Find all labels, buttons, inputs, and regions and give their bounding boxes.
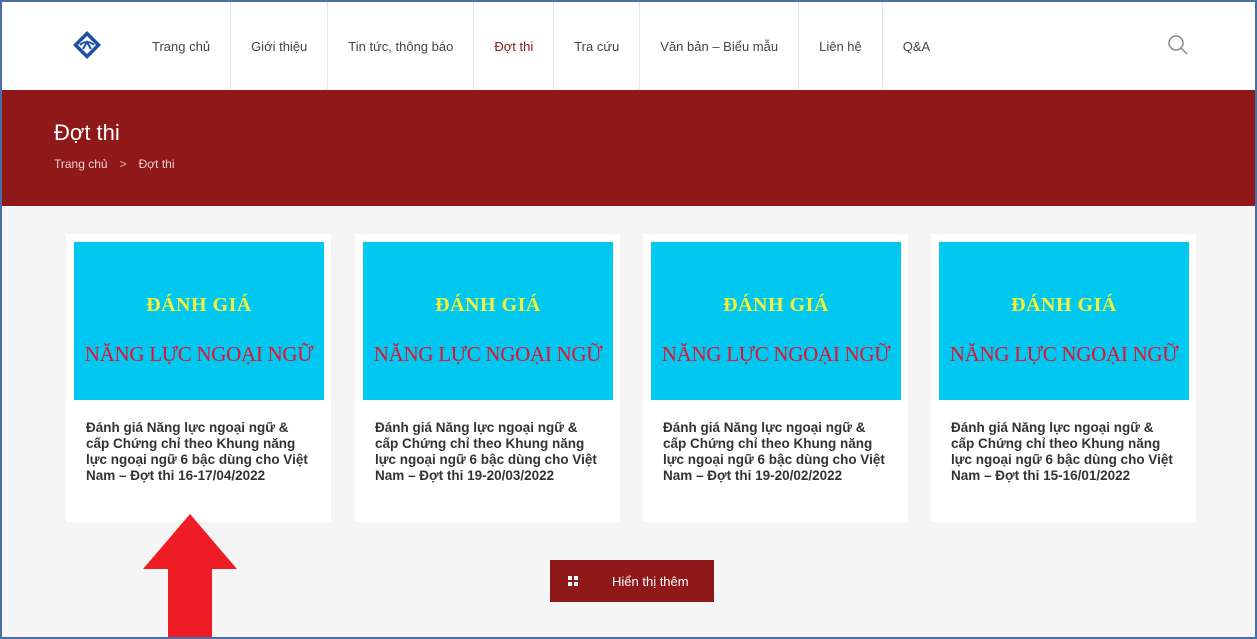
card-image-line1: ĐÁNH GIÁ [146,294,252,316]
red-up-arrow-icon [143,514,237,637]
exam-session-list: ĐÁNH GIÁ NĂNG LỰC NGOẠI NGỮ Đánh giá Năn… [66,234,1201,522]
site-header: Trang chủ Giới thiệu Tin tức, thông báo … [2,2,1255,90]
nav-item-contact[interactable]: Liên hệ [799,2,883,90]
breadcrumb-separator: > [119,157,127,171]
card-title-link[interactable]: Đánh giá Năng lực ngoại ngữ & cấp Chứng … [939,420,1188,484]
card-image-line2: NĂNG LỰC NGOẠI NGỮ [84,342,314,366]
nav-item-news[interactable]: Tin tức, thông báo [328,2,475,90]
card-image[interactable]: ĐÁNH GIÁ NĂNG LỰC NGOẠI NGỮ [939,242,1189,400]
grid-icon [568,576,578,586]
exam-session-card[interactable]: ĐÁNH GIÁ NĂNG LỰC NGOẠI NGỮ Đánh giá Năn… [643,234,908,522]
exam-session-card[interactable]: ĐÁNH GIÁ NĂNG LỰC NGOẠI NGỮ Đánh giá Năn… [931,234,1196,522]
card-image-line2: NĂNG LỰC NGOẠI NGỮ [949,342,1179,366]
card-title-link[interactable]: Đánh giá Năng lực ngoại ngữ & cấp Chứng … [651,420,900,484]
card-image[interactable]: ĐÁNH GIÁ NĂNG LỰC NGOẠI NGỮ [74,242,324,400]
nav-item-qa[interactable]: Q&A [883,2,950,90]
breadcrumb: Trang chủ > Đợt thi [54,157,175,171]
nav-item-exam-sessions[interactable]: Đợt thi [474,2,555,90]
page-banner: Đợt thi Trang chủ > Đợt thi [2,90,1255,206]
card-image-line1: ĐÁNH GIÁ [435,294,541,316]
main-nav: Trang chủ Giới thiệu Tin tức, thông báo … [132,2,950,90]
load-more-button[interactable]: Hiển thị thêm [550,560,714,602]
nav-item-lookup[interactable]: Tra cứu [554,2,641,90]
load-more-label: Hiển thị thêm [612,573,689,589]
card-image-line1: ĐÁNH GIÁ [723,294,829,316]
card-image[interactable]: ĐÁNH GIÁ NĂNG LỰC NGOẠI NGỮ [651,242,901,400]
search-icon[interactable] [1167,34,1189,56]
diamond-logo-icon[interactable] [72,30,102,60]
nav-item-about[interactable]: Giới thiệu [231,2,329,90]
exam-session-card[interactable]: ĐÁNH GIÁ NĂNG LỰC NGOẠI NGỮ Đánh giá Năn… [355,234,620,522]
card-image-line2: NĂNG LỰC NGOẠI NGỮ [661,342,891,366]
breadcrumb-home-link[interactable]: Trang chủ [54,157,108,171]
card-image[interactable]: ĐÁNH GIÁ NĂNG LỰC NGOẠI NGỮ [363,242,613,400]
card-image-line2: NĂNG LỰC NGOẠI NGỮ [373,342,603,366]
card-title-link[interactable]: Đánh giá Năng lực ngoại ngữ & cấp Chứng … [74,420,323,484]
page-title: Đợt thi [54,120,120,145]
page-frame: Trang chủ Giới thiệu Tin tức, thông báo … [0,0,1257,639]
exam-session-card[interactable]: ĐÁNH GIÁ NĂNG LỰC NGOẠI NGỮ Đánh giá Năn… [66,234,331,522]
breadcrumb-current: Đợt thi [138,157,175,171]
nav-item-documents[interactable]: Văn bản – Biểu mẫu [640,2,800,90]
nav-item-home[interactable]: Trang chủ [132,2,232,90]
card-image-line1: ĐÁNH GIÁ [1011,294,1117,316]
card-title-link[interactable]: Đánh giá Năng lực ngoại ngữ & cấp Chứng … [363,420,612,484]
